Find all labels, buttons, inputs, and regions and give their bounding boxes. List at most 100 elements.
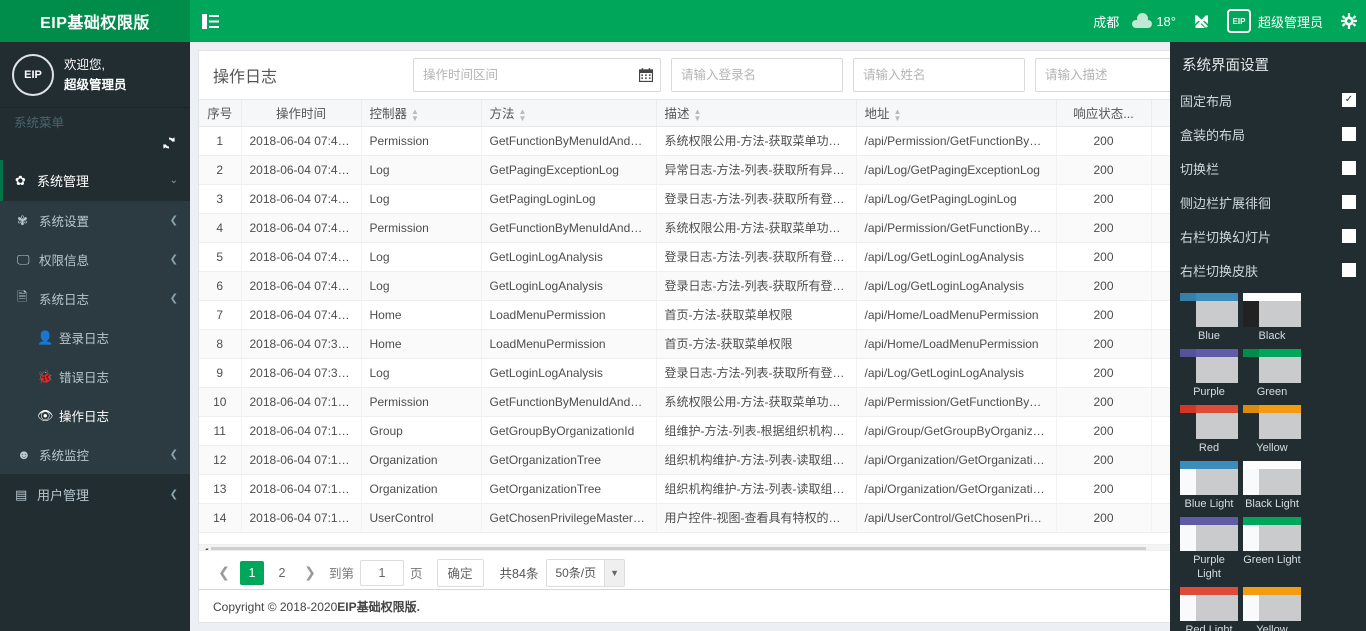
checkbox[interactable]: [1342, 263, 1356, 277]
confirm-page-button[interactable]: 确定: [436, 558, 484, 587]
th-controller-label: 控制器: [369, 107, 408, 122]
sort-icon[interactable]: ▲ ▼: [519, 107, 527, 122]
cell-description: 组织机构维护-方法-列表-读取组织...: [656, 445, 857, 475]
weather-widget[interactable]: 18°: [1123, 0, 1185, 42]
person-name-field[interactable]: [853, 58, 1025, 92]
th-address[interactable]: 地址 ▲ ▼: [856, 100, 1057, 127]
settings-option-row[interactable]: 侧边栏扩展徘徊: [1180, 185, 1356, 219]
checkbox[interactable]: [1342, 229, 1356, 243]
skin-thumbnail: [1243, 293, 1301, 327]
skin-option[interactable]: Red: [1180, 405, 1238, 455]
cell-method: GetLoginLogAnalysis: [481, 242, 657, 272]
cell-address: /api/Log/GetLoginLogAnalysis: [856, 242, 1057, 272]
sort-icon[interactable]: ▲ ▼: [894, 107, 902, 122]
person-name-input[interactable]: [854, 59, 1024, 91]
sidebar-item-login-log[interactable]: 👤 登录日志: [0, 318, 190, 357]
goto-page-input[interactable]: [360, 559, 405, 586]
skin-thumbnail: [1180, 293, 1238, 327]
cell-description: 系统权限公用-方法-获取菜单功能...: [656, 213, 857, 243]
skin-option[interactable]: Black Light: [1243, 461, 1301, 511]
calendar-icon[interactable]: [630, 59, 660, 91]
sidebar-menu-header: 系统菜单: [0, 108, 190, 160]
th-method[interactable]: 方法 ▲ ▼: [481, 100, 657, 127]
login-name-input[interactable]: [672, 59, 842, 91]
sort-icon[interactable]: ▲ ▼: [694, 107, 702, 122]
cell-controller: Log: [361, 271, 482, 301]
settings-option-row[interactable]: 右栏切换皮肤: [1180, 253, 1356, 287]
cell-index: 7: [199, 300, 242, 330]
settings-option-row[interactable]: 盒装的布局: [1180, 117, 1356, 151]
goto-label: 到第: [329, 567, 355, 581]
skin-option[interactable]: Green Light: [1243, 517, 1301, 581]
date-range-input[interactable]: [414, 59, 631, 91]
page-size-select[interactable]: 50条/页 ▼: [546, 558, 626, 587]
settings-title: 系统界面设置: [1182, 58, 1269, 74]
skin-option[interactable]: Red Light: [1180, 587, 1238, 631]
page-title: 操作日志: [213, 69, 278, 86]
cell-index: 2: [199, 155, 242, 185]
checkbox[interactable]: [1342, 127, 1356, 141]
sort-icon[interactable]: ▲ ▼: [411, 107, 419, 122]
sidebar-item-system-log[interactable]: 🗎 系统日志 ❮: [0, 279, 190, 318]
sidebar-item-label: 系统日志: [39, 293, 90, 307]
skin-option[interactable]: Yellow: [1243, 405, 1301, 455]
cell-index: 13: [199, 474, 242, 504]
sidebar: EIP 欢迎您, 超级管理员 系统菜单 ✿ 系统管理 ⌄ ✾ 系统设置 ❮ 🖵 …: [0, 42, 190, 631]
sidebar-item-system-monitor[interactable]: ☻ 系统监控 ❮: [0, 435, 190, 474]
page-button-2[interactable]: 2: [270, 561, 294, 585]
skin-topbar-preview: [1243, 405, 1301, 413]
sidebar-item-error-log[interactable]: 🐞 错误日志: [0, 357, 190, 396]
settings-gear-button[interactable]: [1332, 0, 1366, 42]
chevron-left-icon: ❮: [169, 293, 178, 304]
th-controller[interactable]: 控制器 ▲ ▼: [361, 100, 482, 127]
skin-label: Purple: [1193, 386, 1225, 398]
skin-label: Blue Light: [1184, 498, 1234, 510]
sidebar-toggle-button[interactable]: [190, 0, 230, 42]
refresh-icon[interactable]: [162, 136, 176, 159]
next-page-button[interactable]: ❯: [297, 560, 323, 586]
checkbox[interactable]: [1342, 161, 1356, 175]
sidebar-item-permission-info[interactable]: 🖵 权限信息 ❮: [0, 240, 190, 279]
skin-option[interactable]: Yellow Light: [1243, 587, 1301, 631]
brand-logo[interactable]: EIP基础权限版: [0, 0, 190, 42]
chevron-left-icon: ❮: [169, 489, 178, 500]
cell-time: 2018-06-04 07:15:23: [241, 387, 362, 417]
cell-status: 200: [1056, 474, 1152, 504]
checkbox[interactable]: ✓: [1342, 93, 1356, 107]
fullscreen-button[interactable]: [1185, 0, 1218, 42]
id-card-icon: ▤: [15, 486, 28, 502]
chevron-left-icon: ❮: [169, 449, 178, 460]
skin-option[interactable]: Purple Light: [1180, 517, 1238, 581]
date-range-field[interactable]: [413, 58, 661, 92]
cell-index: 6: [199, 271, 242, 301]
sidebar-item-system-settings[interactable]: ✾ 系统设置 ❮: [0, 201, 190, 240]
cell-method: GetChosenPrivilegeMasterUser: [481, 503, 657, 533]
sidebar-item-system-management[interactable]: ✿ 系统管理 ⌄: [0, 160, 190, 201]
login-name-field[interactable]: [671, 58, 843, 92]
cell-index: 5: [199, 242, 242, 272]
skin-option[interactable]: Blue: [1180, 293, 1238, 343]
skin-option[interactable]: Black: [1243, 293, 1301, 343]
skin-option[interactable]: Green: [1243, 349, 1301, 399]
sidebar-user-panel[interactable]: EIP 欢迎您, 超级管理员: [0, 42, 190, 108]
skin-option[interactable]: Purple: [1180, 349, 1238, 399]
skin-thumbnail: [1180, 587, 1238, 621]
chevron-down-icon[interactable]: ▼: [604, 559, 625, 586]
cell-time: 2018-06-04 07:41:07: [241, 184, 362, 214]
cell-status: 200: [1056, 503, 1152, 533]
th-description[interactable]: 描述 ▲ ▼: [656, 100, 857, 127]
cell-method: GetLoginLogAnalysis: [481, 358, 657, 388]
user-menu-button[interactable]: EIP 超级管理员: [1218, 0, 1332, 42]
page-button-1[interactable]: 1: [240, 560, 264, 585]
settings-option-row[interactable]: 切换栏: [1180, 151, 1356, 185]
checkbox[interactable]: [1342, 195, 1356, 209]
skin-label: Blue: [1197, 330, 1221, 342]
sidebar-item-user-management[interactable]: ▤ 用户管理 ❮: [0, 474, 190, 515]
prev-page-button[interactable]: ❮: [211, 560, 237, 586]
sidebar-item-operation-log[interactable]: 👁 操作日志: [0, 396, 190, 435]
settings-option-row[interactable]: 右栏切换幻灯片: [1180, 219, 1356, 253]
cell-method: GetFunctionByMenuIdAndUserId: [481, 126, 657, 156]
skin-option[interactable]: Blue Light: [1180, 461, 1238, 511]
settings-option-row[interactable]: 固定布局 ✓: [1180, 83, 1356, 117]
skin-thumbnail: [1243, 461, 1301, 495]
